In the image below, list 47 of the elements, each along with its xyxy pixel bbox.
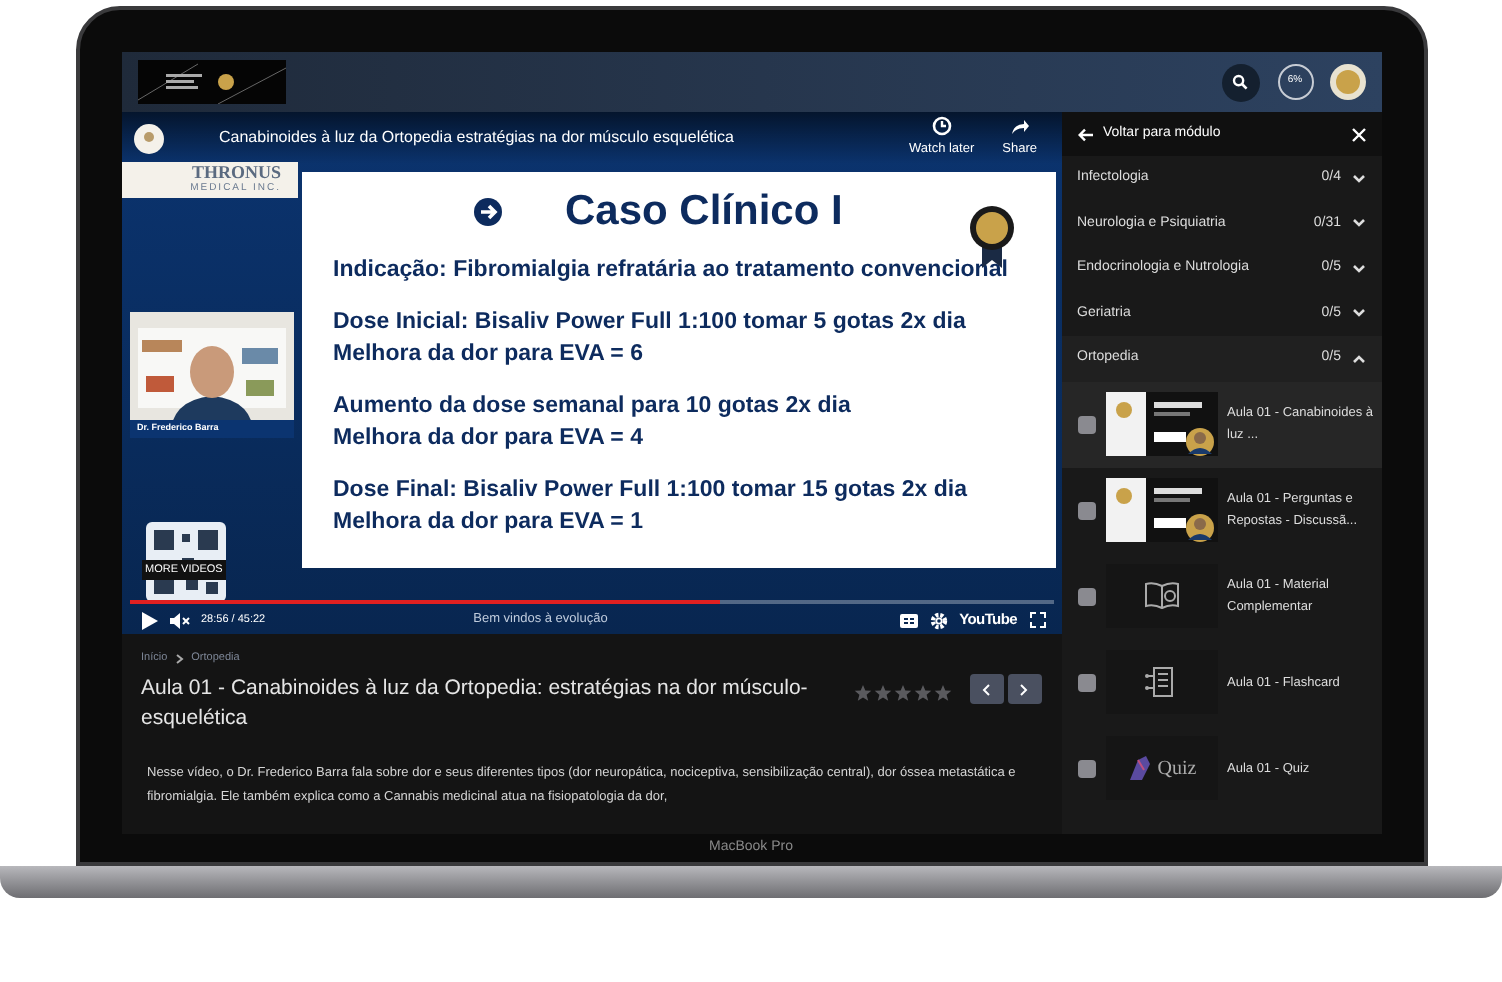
document-icon: [1143, 664, 1179, 700]
slide-text: Indicação: Fibromialgia refratária ao tratamento convencional: [333, 255, 1010, 285]
checkbox[interactable]: [1077, 759, 1095, 777]
star-icon[interactable]: [873, 684, 891, 703]
slide-text: Melhora da dor para EVA = 1: [333, 507, 645, 537]
settings-icon[interactable]: [929, 611, 948, 629]
book-icon: [1141, 580, 1181, 612]
previous-button[interactable]: [969, 674, 1003, 705]
checkbox[interactable]: [1077, 501, 1095, 519]
fullscreen-icon[interactable]: [1029, 612, 1045, 628]
logo-icon[interactable]: [137, 60, 285, 104]
chevron-left-icon: [982, 683, 990, 696]
lesson-title: Aula 01 - Canabinoides à luz da Ortopedia: estratégias na dor músculo-esquelética: [141, 674, 810, 735]
arrow-icon: [473, 197, 501, 226]
clock-icon: [931, 116, 952, 137]
slide-text: Melhora da dor para EVA = 6: [333, 339, 645, 369]
star-rating[interactable]: [853, 684, 951, 703]
captions-icon[interactable]: [899, 613, 918, 627]
checkbox[interactable]: [1077, 673, 1095, 691]
play-icon[interactable]: [141, 611, 157, 629]
close-icon[interactable]: [1351, 127, 1365, 141]
hand-icon: [1125, 752, 1154, 784]
search-button[interactable]: [1221, 63, 1259, 101]
back-arrow-icon[interactable]: [1077, 127, 1093, 141]
search-icon: [1232, 74, 1248, 90]
star-icon[interactable]: [853, 684, 871, 703]
share-icon: [1009, 116, 1030, 137]
slide-heading: Caso Clínico I: [565, 186, 843, 238]
star-icon[interactable]: [893, 684, 911, 703]
thumbnail-label: Quiz: [1157, 755, 1197, 783]
chevron-right-icon: [175, 653, 184, 664]
brand-name: THRONUS: [191, 164, 281, 180]
slide-text: Melhora da dor para EVA = 4: [333, 423, 645, 453]
avatar[interactable]: [1329, 64, 1365, 100]
slide-text: Aumento da dose semanal para 10 gotas 2x dia: [333, 391, 853, 421]
next-button[interactable]: [1007, 674, 1041, 705]
chevron-right-icon: [1020, 683, 1028, 696]
video-title[interactable]: Canabinoides à luz da Ortopedia estratégias na dor músculo esquelética: [219, 126, 734, 150]
checkbox[interactable]: [1077, 415, 1095, 433]
channel-icon[interactable]: [133, 123, 163, 153]
slide-text: Dose Inicial: Bisaliv Power Full 1:100 tomar 5 gotas 2x dia: [333, 307, 968, 337]
muted-speaker-icon[interactable]: [169, 611, 189, 629]
checkbox[interactable]: [1077, 587, 1095, 605]
star-icon[interactable]: [933, 684, 951, 703]
video-player[interactable]: [121, 112, 1061, 634]
slide-text: Dose Final: Bisaliv Power Full 1:100 tomar 15 gotas 2x dia: [333, 475, 969, 505]
star-icon[interactable]: [913, 684, 931, 703]
